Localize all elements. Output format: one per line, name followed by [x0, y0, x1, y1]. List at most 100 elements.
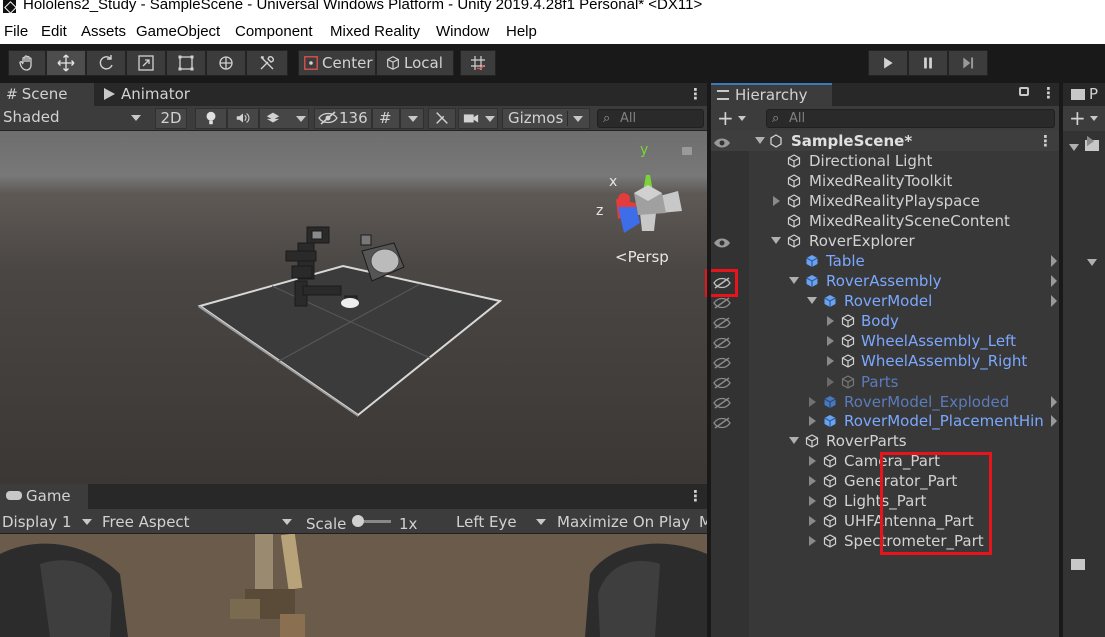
expand-arrow-icon[interactable] — [809, 456, 816, 466]
hierarchy-item-rovermodel-exploded[interactable]: RoverModel_Exploded — [749, 392, 1059, 412]
audio-toggle[interactable] — [227, 108, 259, 129]
hierarchy-search-input[interactable]: ⌕ All — [766, 109, 1055, 128]
hierarchy-item-roverparts[interactable]: RoverParts — [749, 431, 1059, 451]
hierarchy-item-roverexplorer[interactable]: RoverExplorer — [749, 231, 1059, 251]
lighting-toggle[interactable] — [195, 108, 227, 129]
2d-mode-toggle[interactable]: 2D — [155, 108, 187, 129]
play-button[interactable] — [868, 50, 908, 76]
game-panel-menu-icon[interactable]: ⋮ — [688, 487, 703, 505]
expand-arrow-icon[interactable] — [773, 196, 780, 206]
tab-game[interactable]: Game — [0, 484, 88, 509]
custom-tool-button[interactable] — [246, 50, 288, 76]
menu-help[interactable]: Help — [506, 23, 537, 40]
grid-options-dropdown[interactable] — [400, 108, 424, 129]
expand-arrow-icon[interactable] — [809, 496, 816, 506]
scene-menu-icon[interactable]: ⋮ — [1038, 131, 1053, 151]
panel-splitter[interactable] — [1059, 83, 1063, 637]
effects-dropdown[interactable] — [259, 108, 309, 129]
expand-arrow-icon[interactable] — [807, 297, 817, 304]
grid-snap-button[interactable] — [460, 50, 496, 76]
chevron-right-icon[interactable] — [1051, 415, 1057, 427]
rotate-tool-button[interactable] — [86, 50, 126, 76]
hidden-eye-icon[interactable] — [713, 397, 731, 409]
scale-slider-thumb[interactable] — [352, 515, 364, 527]
hidden-eye-icon[interactable] — [713, 317, 731, 329]
transform-tool-button[interactable] — [206, 50, 246, 76]
hierarchy-item-directional-light[interactable]: Directional Light — [749, 151, 1059, 171]
persp-label[interactable]: <Persp — [615, 248, 669, 266]
expand-arrow-icon[interactable] — [827, 377, 834, 387]
menu-window[interactable]: Window — [436, 23, 489, 40]
expand-arrow-icon[interactable] — [1069, 144, 1079, 151]
visibility-eye-icon[interactable] — [713, 237, 731, 249]
panel-splitter[interactable] — [707, 83, 711, 637]
hierarchy-item-body[interactable]: Body — [749, 311, 1059, 331]
display-dropdown[interactable]: Display 1 — [2, 513, 94, 531]
expand-arrow-icon[interactable] — [827, 336, 834, 346]
hierarchy-item-roverassembly[interactable]: RoverAssembly — [749, 271, 1059, 291]
expand-arrow-icon[interactable] — [809, 416, 816, 426]
menu-mixed-reality[interactable]: Mixed Reality — [330, 23, 420, 40]
hidden-eye-icon[interactable] — [713, 337, 731, 349]
scale-tool-button[interactable] — [126, 50, 166, 76]
scene-tools-button[interactable] — [428, 108, 456, 129]
chevron-right-icon[interactable] — [1051, 275, 1057, 287]
menu-assets[interactable]: Assets — [81, 23, 126, 40]
menu-gameobject[interactable]: GameObject — [136, 23, 220, 40]
shading-mode-dropdown[interactable]: Shaded — [0, 108, 148, 129]
pivot-mode-button[interactable]: Center — [298, 50, 376, 76]
chevron-right-icon[interactable] — [1051, 396, 1057, 408]
scene-header-row[interactable]: SampleScene* ⋮ — [749, 131, 1059, 151]
hidden-eye-icon[interactable] — [713, 297, 731, 309]
expand-arrow-icon[interactable] — [1087, 136, 1094, 146]
expand-arrow-icon[interactable] — [809, 516, 816, 526]
chevron-right-icon[interactable] — [1051, 295, 1057, 307]
menu-component[interactable]: Component — [235, 23, 313, 40]
menu-file[interactable]: File — [4, 23, 28, 40]
rect-tool-button[interactable] — [166, 50, 206, 76]
camera-settings-dropdown[interactable] — [458, 108, 498, 129]
game-viewport[interactable] — [0, 534, 707, 637]
hand-tool-button[interactable] — [8, 50, 46, 76]
chevron-right-icon[interactable] — [1051, 255, 1057, 267]
aspect-dropdown[interactable]: Free Aspect — [102, 513, 294, 531]
hierarchy-item-mixedrealitytoolkit[interactable]: MixedRealityToolkit — [749, 171, 1059, 191]
expand-arrow-icon[interactable] — [1087, 259, 1097, 266]
hierarchy-item-wheelassembly-right[interactable]: WheelAssembly_Right — [749, 351, 1059, 371]
hierarchy-item-mixedrealityscenecontent[interactable]: MixedRealitySceneContent — [749, 211, 1059, 231]
hidden-eye-icon[interactable] — [713, 377, 731, 389]
expand-arrow-icon[interactable] — [827, 356, 834, 366]
expand-arrow-icon[interactable] — [827, 316, 834, 326]
chevron-down-icon[interactable] — [1090, 116, 1098, 121]
hierarchy-item-rovermodel-placementhint[interactable]: RoverModel_PlacementHin — [749, 411, 1059, 431]
tab-project[interactable]: P — [1063, 83, 1105, 106]
lock-icon[interactable] — [1019, 87, 1029, 96]
chevron-down-icon[interactable] — [738, 116, 746, 121]
step-button[interactable] — [948, 50, 988, 76]
scene-search-input[interactable]: ⌕ All — [597, 109, 704, 128]
gizmos-dropdown[interactable]: Gizmos — [502, 108, 590, 129]
expand-arrow-icon[interactable] — [809, 536, 816, 546]
visibility-eye-icon[interactable] — [713, 137, 731, 149]
expand-arrow-icon[interactable] — [789, 437, 799, 444]
lock-icon[interactable] — [682, 147, 692, 155]
hierarchy-item-parts[interactable]: Parts — [749, 372, 1059, 392]
hierarchy-item-rovermodel[interactable]: RoverModel — [749, 291, 1059, 311]
tab-scene[interactable]: # Scene — [0, 83, 94, 106]
eye-dropdown[interactable]: Left Eye — [456, 513, 550, 531]
tab-animator[interactable]: Animator — [98, 83, 208, 106]
hierarchy-item-table[interactable]: Table — [749, 251, 1059, 271]
grid-toggle[interactable]: # — [372, 108, 400, 129]
tab-hierarchy[interactable]: Hierarchy — [711, 83, 832, 106]
maximize-on-play-toggle[interactable]: Maximize On Play — [557, 513, 690, 531]
expand-arrow-icon[interactable] — [755, 137, 765, 144]
create-add-button[interactable]: + — [717, 107, 734, 129]
hierarchy-menu-icon[interactable]: ⋮ — [1041, 84, 1056, 102]
hierarchy-item-wheelassembly-left[interactable]: WheelAssembly_Left — [749, 331, 1059, 351]
scene-panel-menu-icon[interactable]: ⋮ — [688, 85, 703, 103]
hidden-eye-icon[interactable] — [713, 357, 731, 369]
expand-arrow-icon[interactable] — [809, 476, 816, 486]
expand-arrow-icon[interactable] — [789, 277, 799, 284]
menu-edit[interactable]: Edit — [41, 23, 67, 40]
hidden-eye-icon[interactable] — [713, 417, 731, 429]
